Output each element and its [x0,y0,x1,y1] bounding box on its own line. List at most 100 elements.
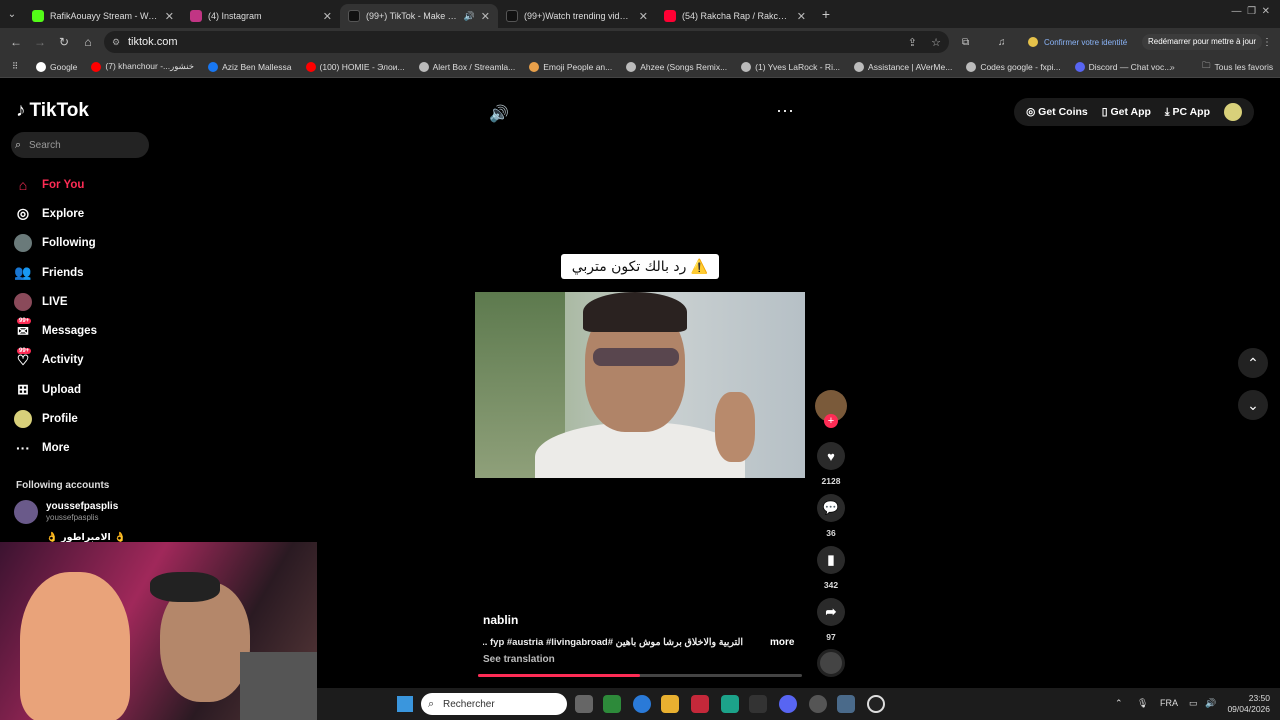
back-icon[interactable]: ← [4,35,28,49]
taskbar-clock[interactable]: 23:50 09/04/2026 [1227,693,1270,715]
video-player[interactable] [475,292,805,478]
more-link[interactable]: more [770,637,794,648]
pc-app-button[interactable]: ⤓ PC App [1165,106,1210,119]
close-icon[interactable]: ✕ [481,10,490,23]
bookmark-star-icon[interactable]: ☆ [931,36,941,49]
like-action[interactable]: ♥ 2128 [815,442,847,486]
sidebar-item-for-you[interactable]: ⌂ For You [14,170,164,199]
speaker-icon[interactable]: 🔊 [464,11,475,22]
tab-4[interactable]: (54) Rakcha Rap / Rakcha Prod ✕ [656,4,814,28]
tiktok-logo[interactable]: ♪ TikTok [16,100,89,122]
app-icon[interactable] [749,695,767,713]
profile-avatar-icon[interactable] [1028,37,1038,47]
app-icon[interactable] [721,695,739,713]
music-disc-icon[interactable] [817,649,845,677]
discord-icon[interactable] [779,695,797,713]
get-app-label: Get App [1110,106,1151,118]
bookmark-item[interactable]: Ahzee (Songs Remix... [626,61,727,72]
save-action[interactable]: ▮ 342 [815,546,847,590]
bookmark-item[interactable]: (100) HOMIE - Элои... [305,61,405,72]
bookmark-item[interactable]: Google [36,61,77,72]
sidebar-item-upload[interactable]: ⊞ Upload [14,375,164,404]
windows-start-icon[interactable] [397,696,413,712]
network-icon[interactable]: ▭ [1189,698,1198,709]
more-bookmarks-icon[interactable]: » [1170,62,1175,72]
media-player-icon[interactable] [867,695,885,713]
forward-icon[interactable]: → [28,35,52,49]
bookmark-item[interactable]: Discord — Chat voc... [1074,61,1171,72]
tab-3[interactable]: (99+)Watch trending videos for ✕ [498,4,656,28]
close-icon[interactable]: ✕ [639,10,648,23]
tab-2[interactable]: (99+) TikTok - Make Your Da 🔊 ✕ [340,4,498,28]
extensions-icon[interactable]: ⧉ [962,37,969,48]
get-app-button[interactable]: ▯ Get App [1102,106,1151,118]
language-indicator[interactable]: FRA [1160,698,1178,708]
app-icon[interactable] [603,695,621,713]
window-controls[interactable]: — ❐ ✕ [1232,6,1270,17]
tab-0[interactable]: RafikAouayy Stream - Watch Li ✕ [24,4,182,28]
bookmark-item[interactable]: Alert Box / Streamla... [418,61,515,72]
share-icon[interactable]: ➦ [817,598,845,626]
sidebar-item-profile[interactable]: Profile [14,404,164,433]
bookmark-item[interactable]: (1) Yves LaRock - Ri... [741,61,840,72]
volume-icon[interactable]: 🔊 [1205,698,1216,709]
next-video-button[interactable]: ⌄ [1238,390,1268,420]
tab-search-icon[interactable]: ⌄ [0,9,24,20]
bookmark-label: Assistance | AVerMe... [868,61,953,72]
task-view-icon[interactable] [575,695,593,713]
more-options-icon[interactable]: ··· [776,100,794,121]
video-author[interactable]: nablin [483,613,518,627]
restart-button[interactable]: Redémarrer pour mettre à jour [1142,34,1263,50]
share-action[interactable]: ➦ 97 [815,598,847,642]
home-icon[interactable]: ⌂ [76,35,100,49]
new-tab-icon[interactable]: + [814,6,838,22]
bookmark-item[interactable]: Emoji People an... [529,61,612,72]
media-icon[interactable]: ♫ [998,37,1006,48]
menu-kebab-icon[interactable]: ⋮ [1262,37,1272,48]
app-icon[interactable] [691,695,709,713]
app-icon[interactable] [809,695,827,713]
comment-action[interactable]: 💬 36 [815,494,847,538]
sidebar-item-following[interactable]: Following [14,229,164,258]
pc-app-label: PC App [1172,105,1210,118]
follow-plus-icon[interactable]: + [824,414,838,428]
bookmark-icon[interactable]: ▮ [817,546,845,574]
sidebar-item-messages[interactable]: ✉ 99+ Messages [14,316,164,345]
all-bookmarks[interactable]: 🗀 Tous les favoris [1202,60,1273,74]
chrome-icon[interactable] [633,695,651,713]
sidebar-item-friends[interactable]: 👥 Friends [14,258,164,287]
bookmark-item[interactable]: Codes google - fxpi... [966,61,1061,72]
sidebar-item-more[interactable]: ··· More [14,434,164,463]
reload-icon[interactable]: ↻ [52,35,76,49]
bookmark-item[interactable]: Assistance | AVerMe... [854,61,953,72]
apps-grid-icon[interactable]: ⠿ [12,61,18,72]
previous-video-button[interactable]: ⌃ [1238,348,1268,378]
video-progress-bar[interactable] [478,674,802,677]
search-input[interactable]: ⌕ Search [11,132,149,158]
close-icon[interactable]: ✕ [797,10,806,23]
sidebar-item-activity[interactable]: ♡ 99+ Activity [14,346,164,375]
following-account[interactable]: youssefpasplis youssefpasplis [14,500,118,524]
file-explorer-icon[interactable] [661,695,679,713]
microphone-icon[interactable]: 🎙 [1137,698,1148,709]
site-info-icon[interactable]: ⚙ [112,37,120,48]
sidebar-item-live[interactable]: LIVE [14,287,164,316]
close-icon[interactable]: ✕ [323,10,332,23]
taskbar-search-input[interactable]: ⌕ Rechercher [421,693,567,715]
tab-1[interactable]: (4) Instagram ✕ [182,4,340,28]
comment-icon[interactable]: 💬 [817,494,845,522]
user-avatar[interactable] [1224,103,1242,121]
get-coins-button[interactable]: ◎ Get Coins [1026,106,1088,118]
volume-icon[interactable]: 🔊 [489,104,509,124]
bookmark-item[interactable]: Aziz Ben Mallessa [208,61,292,72]
see-translation-link[interactable]: See translation [483,654,555,665]
url-field[interactable]: ⚙ tiktok.com ⇪ ☆ [104,31,949,53]
close-icon[interactable]: ✕ [165,10,174,23]
sidebar-item-explore[interactable]: ◎ Explore [14,199,164,228]
confirm-identity-text[interactable]: Confirmer votre identité [1044,38,1127,47]
install-icon[interactable]: ⇪ [908,36,917,49]
settings-icon[interactable] [837,695,855,713]
bookmark-item[interactable]: (7) khanchour -...خنشور [91,61,194,72]
chevron-up-icon[interactable]: ⌃ [1115,698,1123,709]
heart-icon[interactable]: ♥ [817,442,845,470]
